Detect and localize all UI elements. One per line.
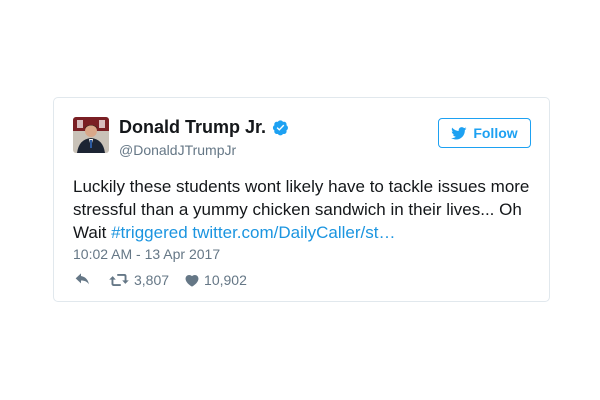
author-display-name[interactable]: Donald Trump Jr. [119,117,266,138]
tweet-card: Donald Trump Jr. @DonaldJTrumpJr Follow … [53,97,550,302]
author-name-row[interactable]: Donald Trump Jr. [119,117,289,138]
reply-icon [75,273,89,285]
hashtag-link[interactable]: #triggered [111,223,188,242]
avatar[interactable] [73,117,109,153]
author-handle[interactable]: @DonaldJTrumpJr [119,142,236,158]
reply-button[interactable] [75,273,91,287]
tweet-text: Luckily these students wont likely have … [73,175,533,244]
verified-badge-icon [272,119,289,136]
retweet-button[interactable]: 3,807 [109,272,169,288]
like-button[interactable]: 10,902 [185,272,247,288]
tweet-link[interactable]: twitter.com/DailyCaller/st… [192,223,395,242]
tweet-actions: 3,807 10,902 [75,272,247,288]
avatar-image [73,117,109,153]
retweet-count: 3,807 [134,272,170,288]
follow-button[interactable]: Follow [438,118,531,148]
heart-icon [185,274,199,287]
twitter-bird-icon [451,126,467,139]
follow-button-label: Follow [473,125,518,141]
tweet-timestamp[interactable]: 10:02 AM - 13 Apr 2017 [73,246,220,262]
like-count: 10,902 [204,272,247,288]
retweet-icon [109,274,129,286]
